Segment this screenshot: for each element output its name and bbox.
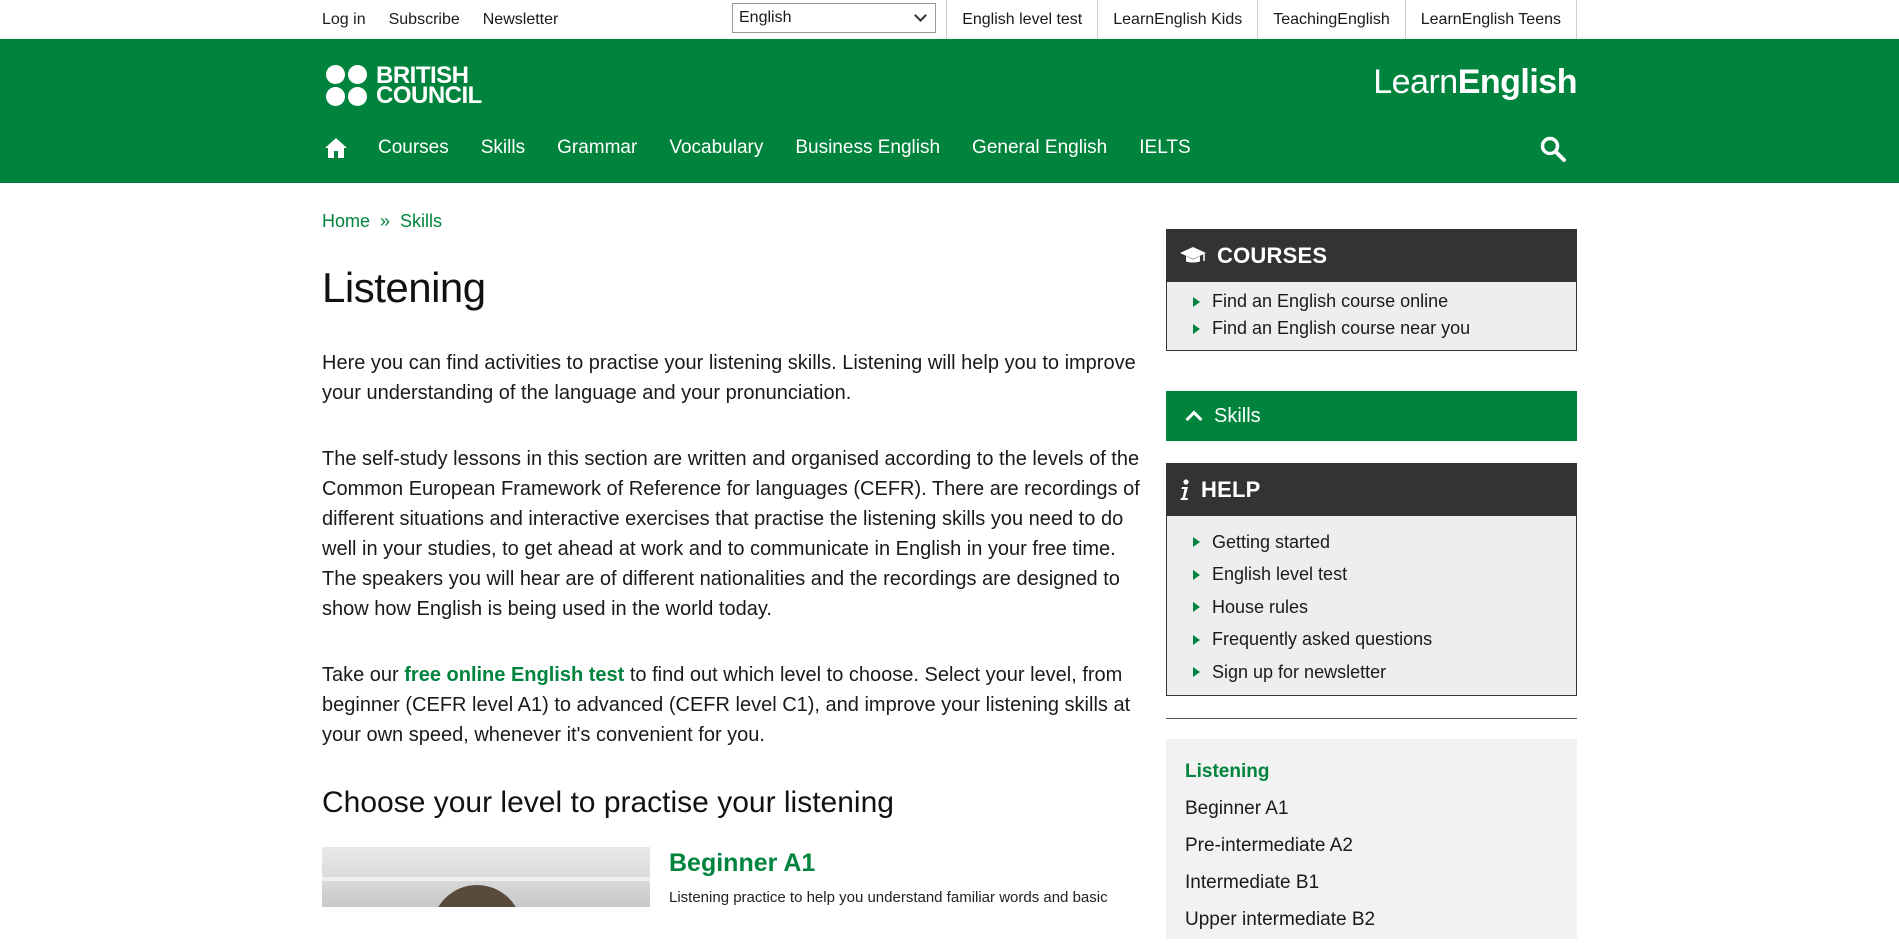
site-link-teens[interactable]: LearnEnglish Teens bbox=[1404, 0, 1577, 39]
help-item-house-rules[interactable]: House rules bbox=[1193, 591, 1576, 624]
level-card-beginner: Beginner A1 Listening practice to help y… bbox=[322, 847, 1152, 907]
main-navigation: Courses Skills Grammar Vocabulary Busine… bbox=[324, 136, 1223, 160]
arrow-right-icon bbox=[1193, 602, 1200, 613]
breadcrumb-skills[interactable]: Skills bbox=[400, 211, 442, 231]
language-select[interactable]: English bbox=[732, 3, 936, 33]
language-select-value: English bbox=[739, 9, 792, 26]
skills-toggle[interactable]: Skills bbox=[1166, 391, 1577, 441]
page-title: Listening bbox=[322, 264, 486, 311]
site-link-level-test[interactable]: English level test bbox=[946, 0, 1097, 39]
sister-sites: English level test LearnEnglish Kids Tea… bbox=[946, 0, 1577, 39]
breadcrumb-home[interactable]: Home bbox=[322, 211, 370, 231]
help-box: HELP Getting started English level test … bbox=[1166, 463, 1577, 696]
levels-title[interactable]: Listening bbox=[1185, 761, 1558, 783]
brand-line-2: COUNCIL bbox=[376, 81, 482, 109]
help-item-getting-started[interactable]: Getting started bbox=[1193, 526, 1576, 559]
nav-business-english[interactable]: Business English bbox=[795, 137, 940, 159]
help-header: HELP bbox=[1167, 464, 1576, 516]
newsletter-link[interactable]: Newsletter bbox=[483, 11, 559, 29]
skills-toggle-label: Skills bbox=[1214, 404, 1261, 427]
learnenglish-logo[interactable]: LearnEnglish bbox=[1373, 63, 1577, 102]
arrow-right-icon bbox=[1193, 537, 1200, 548]
level-card-image[interactable] bbox=[322, 847, 650, 907]
chevron-up-icon bbox=[1185, 410, 1203, 428]
breadcrumb-separator: » bbox=[380, 211, 391, 231]
courses-box: COURSES Find an English course online Fi… bbox=[1166, 229, 1577, 351]
level-link-a1[interactable]: Beginner A1 bbox=[1185, 795, 1558, 832]
help-item-faq[interactable]: Frequently asked questions bbox=[1193, 624, 1576, 657]
cefr-paragraph: The self-study lessons in this section a… bbox=[322, 448, 1140, 620]
help-item-level-test[interactable]: English level test bbox=[1193, 559, 1576, 592]
home-icon[interactable] bbox=[324, 136, 348, 160]
listening-levels-menu: Listening Beginner A1 Pre-intermediate A… bbox=[1166, 738, 1577, 939]
nav-vocabulary[interactable]: Vocabulary bbox=[669, 137, 763, 159]
level-link-a2[interactable]: Pre-intermediate A2 bbox=[1185, 832, 1558, 869]
arrow-right-icon bbox=[1193, 296, 1200, 307]
courses-list: Find an English course online Find an En… bbox=[1167, 282, 1576, 350]
level-link-b1[interactable]: Intermediate B1 bbox=[1185, 869, 1558, 906]
help-list: Getting started English level test House… bbox=[1167, 516, 1576, 695]
arrow-right-icon bbox=[1193, 667, 1200, 678]
chevron-down-icon bbox=[914, 9, 927, 22]
courses-item-online[interactable]: Find an English course online bbox=[1193, 288, 1576, 315]
main-content: Home » Skills Listening Here you can find … bbox=[322, 183, 1152, 907]
courses-title: COURSES bbox=[1217, 243, 1328, 268]
courses-item-near[interactable]: Find an English course near you bbox=[1193, 315, 1576, 342]
british-council-logo[interactable]: BRITISH COUNCIL bbox=[326, 63, 482, 109]
subscribe-link[interactable]: Subscribe bbox=[389, 11, 460, 29]
british-council-dots-icon bbox=[326, 65, 367, 106]
search-icon[interactable] bbox=[1539, 135, 1567, 163]
nav-skills[interactable]: Skills bbox=[481, 137, 525, 159]
nav-ielts[interactable]: IELTS bbox=[1139, 137, 1190, 159]
help-title: HELP bbox=[1201, 477, 1261, 502]
arrow-right-icon bbox=[1193, 323, 1200, 334]
sidebar-divider bbox=[1166, 717, 1577, 719]
nav-grammar[interactable]: Grammar bbox=[557, 137, 637, 159]
free-test-link[interactable]: free online English test bbox=[404, 664, 624, 686]
help-item-newsletter[interactable]: Sign up for newsletter bbox=[1193, 656, 1576, 689]
intro-paragraph: Here you can find activities to practise… bbox=[322, 352, 1136, 404]
account-links: Log in Subscribe Newsletter bbox=[322, 11, 558, 29]
level-card-title[interactable]: Beginner A1 bbox=[669, 849, 815, 878]
breadcrumb: Home » Skills bbox=[322, 211, 1152, 232]
site-link-teaching[interactable]: TeachingEnglish bbox=[1257, 0, 1405, 39]
section-title: Choose your level to practise your liste… bbox=[322, 786, 894, 819]
arrow-right-icon bbox=[1193, 634, 1200, 645]
level-card-description: Listening practice to help you understan… bbox=[669, 889, 1108, 906]
login-link[interactable]: Log in bbox=[322, 11, 366, 29]
sidebar: COURSES Find an English course online Fi… bbox=[1166, 229, 1577, 939]
courses-header: COURSES bbox=[1167, 230, 1576, 282]
info-icon bbox=[1180, 479, 1189, 500]
nav-courses[interactable]: Courses bbox=[378, 137, 449, 159]
level-link-b2[interactable]: Upper intermediate B2 bbox=[1185, 906, 1558, 943]
nav-general-english[interactable]: General English bbox=[972, 137, 1107, 159]
arrow-right-icon bbox=[1193, 569, 1200, 580]
graduation-cap-icon bbox=[1180, 247, 1206, 263]
site-header: BRITISH COUNCIL LearnEnglish Courses Ski… bbox=[0, 39, 1899, 183]
utility-bar: Log in Subscribe Newsletter English Engl… bbox=[0, 0, 1899, 39]
site-link-kids[interactable]: LearnEnglish Kids bbox=[1097, 0, 1257, 39]
level-test-paragraph: Take our free online English test to fin… bbox=[322, 664, 1131, 746]
